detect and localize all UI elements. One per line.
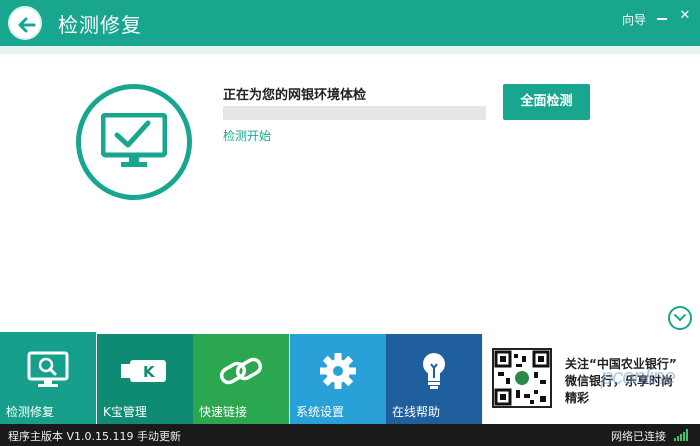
tile-label: 检测修复 (6, 405, 55, 419)
expand-down-button[interactable] (668, 306, 692, 330)
active-indicator (0, 332, 96, 334)
manual-update-link[interactable]: 手动更新 (137, 430, 181, 443)
network-status: 网络已连接 (611, 430, 666, 443)
tile-kbao-manage[interactable]: K K宝管理 (97, 334, 193, 424)
chevron-down-icon (674, 314, 686, 322)
tile-online-help[interactable]: 在线帮助 (386, 334, 482, 424)
version-text: 程序主版本 V1.0.15.119 (8, 430, 134, 443)
tile-label: 在线帮助 (392, 405, 441, 419)
title-divider (0, 46, 700, 54)
minimize-button[interactable] (655, 9, 669, 23)
close-button[interactable]: ✕ (678, 9, 692, 23)
scan-progress-bar (223, 106, 486, 120)
tile-quick-links[interactable]: 快速链接 (193, 334, 289, 424)
tile-label: 系统设置 (296, 405, 345, 419)
scan-status-text: 正在为您的网银环境体检 (223, 88, 367, 103)
qr-code-icon (492, 348, 552, 408)
usb-key-icon: K (121, 360, 166, 382)
scan-start-link[interactable]: 检测开始 (223, 127, 271, 144)
page-title: 检测修复 (58, 13, 142, 37)
check-status-emblem (76, 84, 192, 200)
tile-system-settings[interactable]: 系统设置 (290, 334, 386, 424)
ad-line-3: 精彩 (565, 391, 590, 405)
back-button[interactable] (8, 6, 42, 40)
monitor-check-icon (101, 113, 167, 167)
link-icon (219, 357, 263, 385)
tile-label: K宝管理 (103, 405, 147, 419)
tile-check-repair[interactable]: 检测修复 (0, 332, 96, 424)
signal-strength-icon (674, 429, 690, 441)
monitor-search-icon (27, 351, 69, 387)
full-scan-button[interactable]: 全面检测 (503, 84, 590, 120)
watermark: pconline (601, 364, 676, 389)
gear-icon (320, 353, 356, 389)
svg-text:K: K (143, 363, 156, 381)
wechat-banking-ad[interactable]: 关注“中国农业银行” 微信银行，乐享时尚 精彩 pconline (483, 334, 700, 424)
status-bar: 程序主版本 V1.0.15.119 手动更新 网络已连接 (0, 424, 700, 446)
arrow-left-icon (18, 17, 36, 33)
title-bar: 检测修复 向导 ✕ (0, 0, 700, 46)
tile-label: 快速链接 (199, 405, 248, 419)
lightbulb-icon (423, 353, 445, 389)
guide-link[interactable]: 向导 (622, 11, 646, 28)
version-info: 程序主版本 V1.0.15.119 手动更新 (8, 428, 181, 444)
